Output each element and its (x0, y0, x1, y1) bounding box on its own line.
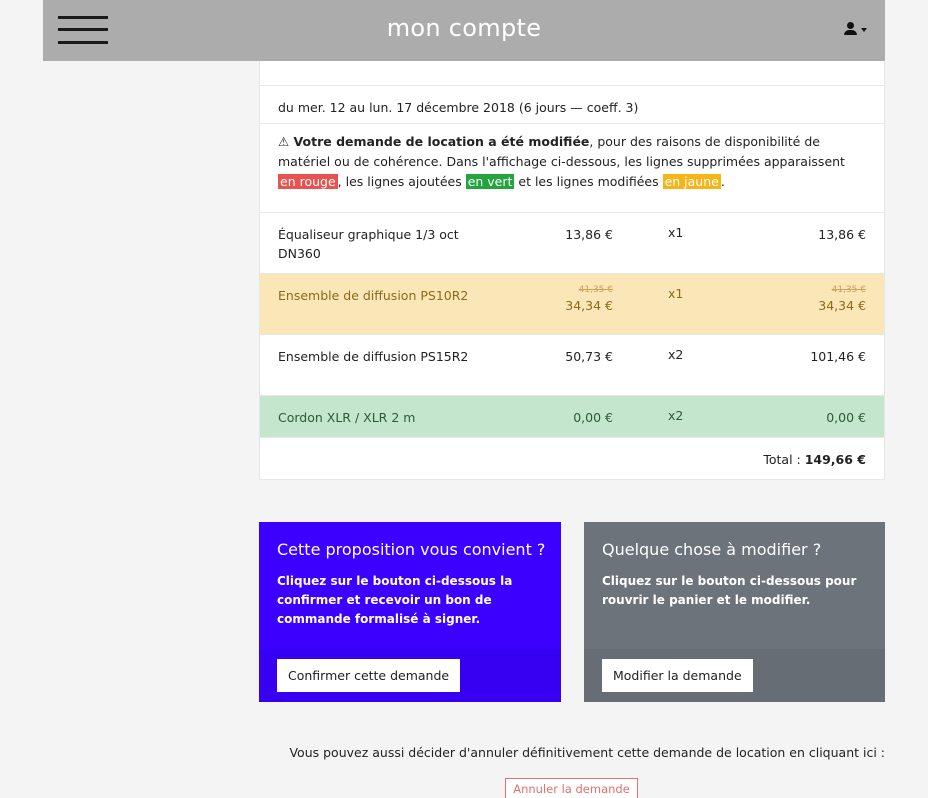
table-row-added: Cordon XLR / XLR 2 m 0,00 € x2 0,00 € (260, 396, 884, 438)
item-unit-price: 13,86 € (565, 227, 613, 242)
item-total: 101,46 € (810, 349, 866, 364)
item-name: Ensemble de diffusion PS15R2 (278, 349, 469, 364)
table-row: Ensemble de diffusion PS15R2 50,73 € x2 … (260, 335, 884, 396)
modify-panel: Quelque chose à modifier ? Cliquez sur l… (584, 522, 885, 702)
item-total: 13,86 € (818, 227, 866, 242)
caret-down-icon (861, 28, 867, 32)
user-dropdown-icon[interactable] (843, 22, 873, 42)
item-name: Ensemble de diffusion PS10R2 (278, 288, 469, 303)
legend-yellow: en jaune (662, 174, 721, 189)
item-name: Cordon XLR / XLR 2 m (278, 410, 416, 425)
modify-request-button[interactable]: Modifier la demande (602, 659, 753, 692)
confirm-request-button[interactable]: Confirmer cette demande (277, 659, 461, 692)
item-unit-price: 41,35 € 34,34 € (510, 284, 613, 315)
item-name: Équaliseur graphique 1/3 oct DN360 (278, 227, 459, 261)
cancel-request-button[interactable]: Annuler la demande (505, 778, 638, 798)
item-total: 0,00 € (826, 410, 866, 425)
modify-panel-title: Quelque chose à modifier ? (602, 540, 822, 559)
item-qty: x2 (668, 408, 684, 423)
old-unit-price: 41,35 € (578, 285, 613, 295)
notice-bold: ⚠ Votre demande de location a été modifi… (278, 134, 590, 149)
item-qty: x1 (668, 286, 684, 301)
item-unit-price: 0,00 € (573, 410, 613, 425)
page-title: mon compte (386, 14, 542, 42)
confirm-panel-text: Cliquez sur le bouton ci-dessous la conf… (277, 574, 513, 626)
modification-notice: ⚠ Votre demande de location a été modifi… (260, 124, 884, 213)
legend-green: en vert (465, 174, 515, 189)
confirm-panel-title: Cette proposition vous convient ? (277, 540, 546, 559)
top-bar: mon compte (43, 0, 885, 61)
cancel-text: Vous pouvez aussi décider d'annuler défi… (289, 745, 885, 760)
rental-period: du mer. 12 au lun. 17 décembre 2018 (6 j… (260, 86, 884, 124)
legend-red: en rouge (278, 174, 338, 189)
total-value: 149,66 € (804, 452, 866, 467)
table-row: Équaliseur graphique 1/3 oct DN360 13,86… (260, 213, 884, 274)
item-qty: x1 (668, 225, 684, 240)
table-row-modified: Ensemble de diffusion PS10R2 41,35 € 34,… (260, 274, 884, 335)
confirm-panel: Cette proposition vous convient ? Clique… (259, 522, 561, 702)
modify-panel-text: Cliquez sur le bouton ci-dessous pour ro… (602, 574, 857, 607)
item-total: 41,35 € 34,34 € (746, 284, 866, 315)
total-row: Total : 149,66 € (260, 438, 884, 481)
request-card: du mer. 12 au lun. 17 décembre 2018 (6 j… (259, 61, 885, 480)
total-label: Total : (763, 452, 805, 467)
item-unit-price: 50,73 € (565, 349, 613, 364)
item-qty: x2 (668, 347, 684, 362)
old-total: 41,35 € (831, 285, 866, 295)
